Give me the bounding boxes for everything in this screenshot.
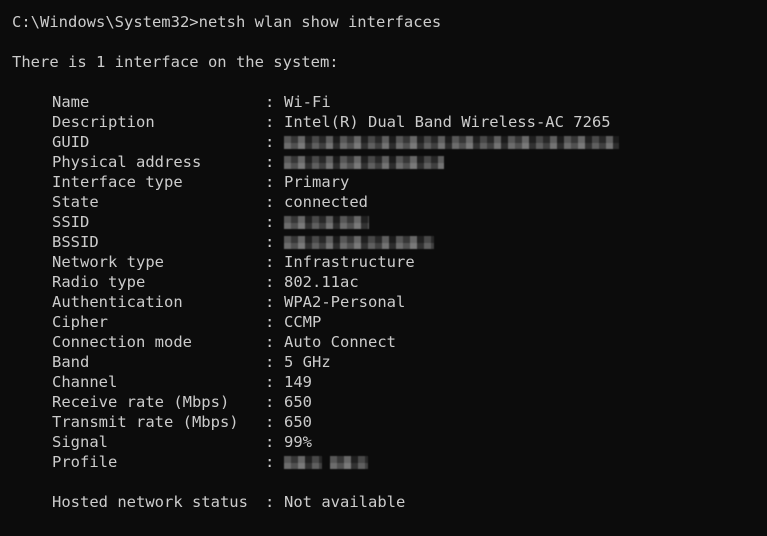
row-colon: : (265, 93, 275, 111)
property-value: 149 (284, 373, 312, 391)
property-value: Infrastructure (284, 253, 415, 271)
hosted-network-status-value: Not available (284, 493, 406, 511)
row-colon: : (265, 113, 275, 131)
property-value: 802.11ac (284, 273, 359, 291)
property-label: Profile (52, 453, 118, 471)
property-label: BSSID (52, 233, 99, 251)
property-value: connected (284, 193, 368, 211)
property-label: Description (52, 113, 155, 131)
interface-property-row: State: connected (0, 192, 767, 212)
property-value: WPA2-Personal (284, 293, 406, 311)
row-colon: : (265, 273, 275, 291)
property-value: 99% (284, 433, 312, 451)
row-colon: : (265, 433, 275, 451)
property-label: SSID (52, 213, 90, 231)
hosted-network-status-row: Hosted network status : Not available (0, 492, 767, 512)
redacted-value (284, 132, 619, 152)
property-label: Receive rate (Mbps) (52, 393, 230, 411)
hosted-network-status-label: Hosted network status (52, 493, 248, 511)
interface-property-row: Network type: Infrastructure (0, 252, 767, 272)
redaction-block (284, 135, 619, 149)
interface-property-row: Band:5 GHz (0, 352, 767, 372)
redacted-value (284, 452, 368, 472)
property-label: GUID (52, 133, 90, 151)
property-value: Auto Connect (284, 333, 396, 351)
redacted-value (284, 232, 434, 252)
row-colon: : (265, 393, 275, 411)
interface-property-row: Name: Wi-Fi (0, 92, 767, 112)
interface-property-row: BSSID: (0, 232, 767, 252)
row-colon: : (265, 293, 275, 311)
property-value: Intel(R) Dual Band Wireless-AC 7265 (284, 113, 611, 131)
property-value: Wi-Fi (284, 93, 331, 111)
interface-property-row: Radio type:802.11ac (0, 272, 767, 292)
row-colon: : (265, 133, 275, 151)
interface-property-row: Interface type: Primary (0, 172, 767, 192)
property-label: Interface type (52, 173, 183, 191)
interface-property-row: Physical address: (0, 152, 767, 172)
row-colon: : (265, 173, 275, 191)
interface-count-line: There is 1 interface on the system: (12, 53, 339, 71)
property-label: Network type (52, 253, 164, 271)
interface-property-row: Channel:149 (0, 372, 767, 392)
row-colon: : (265, 453, 275, 471)
interface-property-row: GUID: (0, 132, 767, 152)
property-label: Transmit rate (Mbps) (52, 413, 239, 431)
row-colon: : (265, 333, 275, 351)
property-value: Primary (284, 173, 350, 191)
property-value: 650 (284, 393, 312, 411)
row-colon: : (265, 413, 275, 431)
redacted-value (284, 152, 444, 172)
property-label: Authentication (52, 293, 183, 311)
redaction-block (284, 155, 444, 169)
row-colon: : (265, 373, 275, 391)
property-label: Name (52, 93, 90, 111)
property-value: 5 GHz (284, 353, 331, 371)
row-colon: : (265, 313, 275, 331)
property-label: Signal (52, 433, 108, 451)
row-colon: : (265, 233, 275, 251)
property-label: Radio type (52, 273, 146, 291)
redaction-block (284, 455, 322, 469)
interface-property-row: Cipher: CCMP (0, 312, 767, 332)
property-value: CCMP (284, 313, 322, 331)
row-colon: : (265, 153, 275, 171)
interface-property-row: Connection mode: Auto Connect (0, 332, 767, 352)
property-value: 650 (284, 413, 312, 431)
redacted-value (284, 212, 369, 232)
property-label: Channel (52, 373, 118, 391)
interface-property-row: Transmit rate (Mbps):650 (0, 412, 767, 432)
interface-property-row: SSID: (0, 212, 767, 232)
interface-property-row: Receive rate (Mbps):650 (0, 392, 767, 412)
redaction-block (330, 455, 368, 469)
command-prompt-line: C:\Windows\System32>netsh wlan show inte… (12, 13, 442, 31)
property-label: State (52, 193, 99, 211)
row-colon: : (265, 213, 275, 231)
interface-property-list: Name: Wi-Fi Description: Intel(R) Dual Band… (0, 92, 767, 472)
redaction-block (284, 215, 369, 229)
interface-property-row: Authentication: WPA2-Personal (0, 292, 767, 312)
property-label: Cipher (52, 313, 108, 331)
property-label: Band (52, 353, 90, 371)
row-colon: : (265, 253, 275, 271)
row-colon: : (265, 493, 275, 511)
property-label: Physical address (52, 153, 202, 171)
terminal-console[interactable]: C:\Windows\System32>netsh wlan show inte… (0, 0, 767, 536)
interface-property-row: Description: Intel(R) Dual Band Wireless-… (0, 112, 767, 132)
row-colon: : (265, 353, 275, 371)
property-label: Connection mode (52, 333, 192, 351)
interface-property-row: Signal:99% (0, 432, 767, 452)
redaction-block (284, 235, 434, 249)
interface-property-row: Profile: (0, 452, 767, 472)
row-colon: : (265, 193, 275, 211)
